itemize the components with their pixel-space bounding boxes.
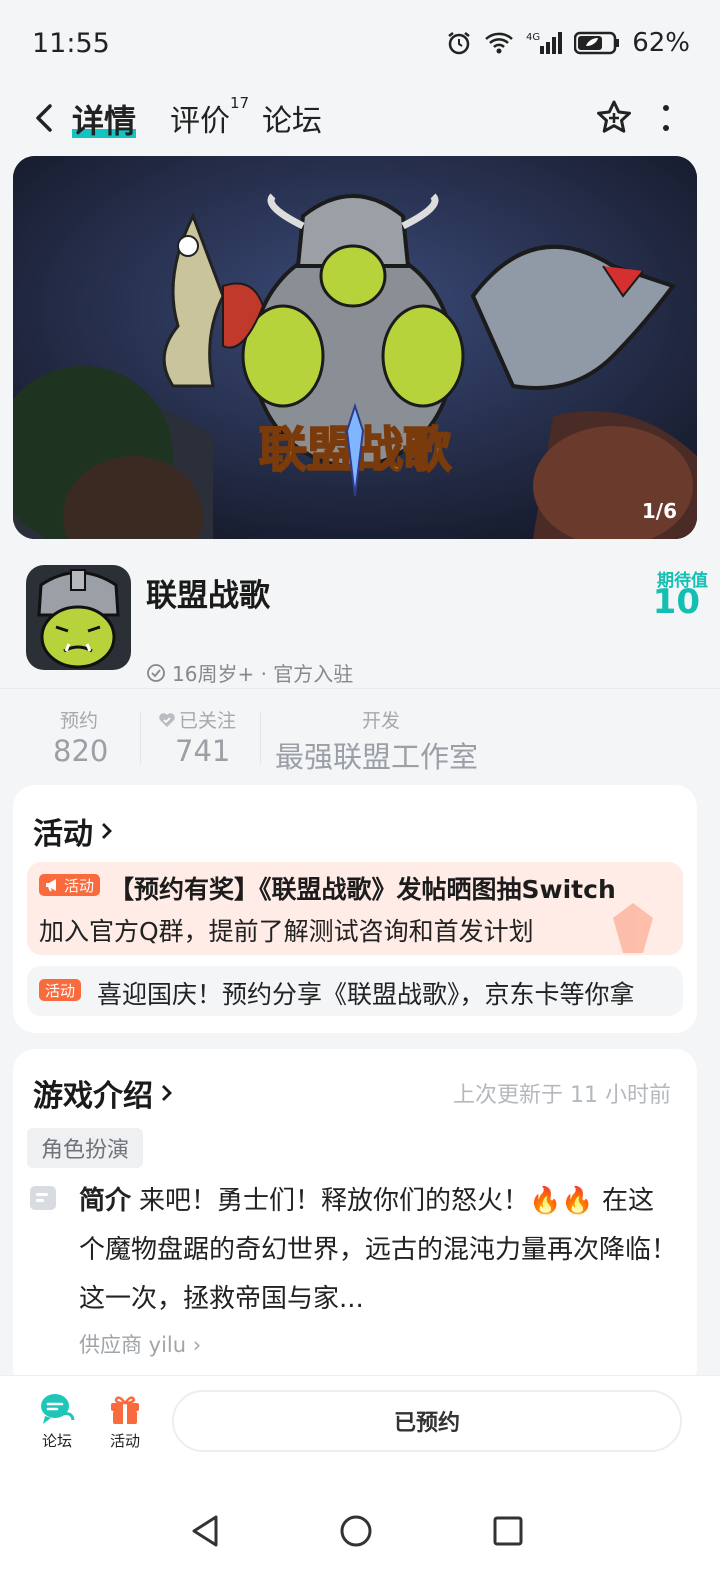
wifi-icon xyxy=(485,32,514,54)
heart-check-icon xyxy=(159,712,175,727)
stat-developer-label: 开发 xyxy=(362,710,401,732)
app-icon xyxy=(26,565,131,670)
activity-card: 活动 活动 【预约有奖】《联盟战歌》发帖晒图抽Switch 加入官方Q群，提前了… xyxy=(13,785,697,1033)
activity-item-desc: 加入官方Q群，提前了解测试咨询和首发计划 xyxy=(39,917,534,946)
activity-tag-label: 活动 xyxy=(45,981,76,1000)
app-meta: 16周岁+ · 官方入驻 xyxy=(146,658,353,687)
bottom-action-bar: 论坛 活动 已预约 xyxy=(0,1375,720,1475)
stat-developer-value[interactable]: 最强联盟工作室 xyxy=(275,734,478,776)
app-meta-text: 16周岁+ · 官方入驻 xyxy=(172,662,354,686)
hero-banner[interactable]: 联盟战歌 1/6 xyxy=(13,156,697,539)
back-arrow-icon[interactable] xyxy=(28,98,64,138)
status-time: 11:55 xyxy=(32,28,110,59)
divider xyxy=(0,688,720,689)
nav-recents-icon[interactable] xyxy=(488,1511,528,1551)
stat-separator xyxy=(260,712,261,764)
banner-artwork: 联盟战歌 xyxy=(13,156,697,539)
desc-body: 来吧！勇士们！释放你们的怒火！🔥🔥 在这个魔物盘踞的奇幻世界，远古的混沌力量再次… xyxy=(79,1186,678,1314)
nav-home-icon[interactable] xyxy=(336,1511,376,1551)
activity-item-title: 喜迎国庆！预约分享《联盟战歌》，京东卡等你拿 xyxy=(97,980,635,1009)
battery-percent: 62% xyxy=(632,28,690,58)
banner-page-counter: 1/6 xyxy=(641,499,677,523)
tab-detail-label: 详情 xyxy=(72,102,137,140)
forum-label: 论坛 xyxy=(41,1432,72,1450)
stat-reserve-label: 预约 xyxy=(60,710,99,732)
document-icon xyxy=(30,1186,56,1210)
system-nav-bar xyxy=(0,1475,720,1591)
tab-forum-label: 论坛 xyxy=(262,104,322,139)
tab-forum[interactable]: 论坛 xyxy=(262,96,322,140)
nav-back-icon[interactable] xyxy=(186,1511,226,1551)
svg-text:4G: 4G xyxy=(526,32,540,43)
bottom-forum-button[interactable]: 论坛 xyxy=(27,1392,87,1451)
review-count-badge: 17 xyxy=(230,94,250,112)
activity-label: 活动 xyxy=(109,1432,140,1450)
reserved-button[interactable]: 已预约 xyxy=(172,1390,682,1452)
chevron-right-icon xyxy=(162,1085,172,1101)
intro-section-title[interactable]: 游戏介绍 xyxy=(33,1071,173,1115)
megaphone-icon xyxy=(46,879,56,892)
game-description[interactable]: 简介 来吧！勇士们！释放你们的怒火！🔥🔥 在这个魔物盘踞的奇幻世界，远古的混沌力量… xyxy=(79,1177,679,1324)
verified-check-icon xyxy=(147,663,165,682)
activity-item[interactable]: 活动 喜迎国庆！预约分享《联盟战歌》，京东卡等你拿 xyxy=(27,966,683,1016)
activity-tag: 活动 xyxy=(39,979,82,1001)
app-name: 联盟战歌 xyxy=(146,578,270,614)
status-icons: 4G 62% xyxy=(446,28,690,58)
tab-detail[interactable]: 详情 xyxy=(72,96,137,142)
desc-label: 简介 xyxy=(79,1186,132,1216)
top-nav: 详情 评价17 论坛 xyxy=(0,88,720,148)
stat-follow-value: 741 xyxy=(175,734,231,768)
activity-tag: 活动 xyxy=(39,874,101,896)
tab-review[interactable]: 评价17 xyxy=(170,94,250,140)
expect-value: 10 xyxy=(652,582,700,622)
star-favorite-icon[interactable] xyxy=(594,98,634,138)
chevron-right-icon xyxy=(102,823,112,839)
activity-title-text: 活动 xyxy=(33,817,93,852)
activity-item-title: 【预约有奖】《联盟战歌》发帖晒图抽Switch xyxy=(109,875,616,904)
stat-separator xyxy=(140,712,141,764)
alarm-icon xyxy=(448,32,470,55)
battery-icon xyxy=(574,31,620,55)
forum-chat-icon xyxy=(41,1394,75,1424)
supplier-link[interactable]: 供应商 yilu › xyxy=(79,1329,201,1359)
genre-tag[interactable]: 角色扮演 xyxy=(27,1128,144,1168)
tab-review-label: 评价 xyxy=(170,104,230,139)
gift-decoration-icon xyxy=(613,903,653,953)
supplier-text: 供应商 yilu xyxy=(79,1333,187,1357)
activity-section-title[interactable]: 活动 xyxy=(33,809,113,853)
update-time: 上次更新于 11 小时前 xyxy=(453,1083,671,1108)
bottom-activity-button[interactable]: 活动 xyxy=(95,1392,155,1451)
stat-reserve-value: 820 xyxy=(53,734,109,768)
stat-follow-label-group: 已关注 xyxy=(158,706,236,733)
signal-icon: 4G xyxy=(526,32,563,54)
activity-item[interactable]: 活动 【预约有奖】《联盟战歌》发帖晒图抽Switch 加入官方Q群，提前了解测试… xyxy=(27,862,683,955)
status-bar: 11:55 4G 62% xyxy=(0,0,720,88)
more-options-icon[interactable] xyxy=(658,100,674,136)
activity-tag-label: 活动 xyxy=(64,876,95,895)
game-intro-card: 游戏介绍 上次更新于 11 小时前 角色扮演 简介 来吧！勇士们！释放你们的怒火！… xyxy=(13,1049,697,1389)
intro-title-text: 游戏介绍 xyxy=(33,1079,153,1114)
stat-follow-label: 已关注 xyxy=(179,710,237,732)
gift-icon xyxy=(111,1396,139,1424)
